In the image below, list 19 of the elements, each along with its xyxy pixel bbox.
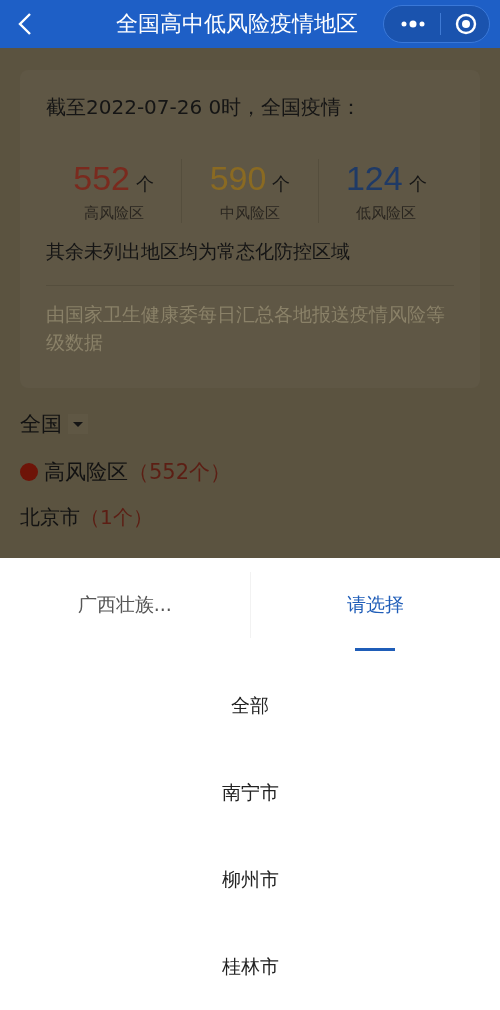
more-icon[interactable]	[400, 19, 426, 29]
stat-unit: 个	[272, 172, 291, 196]
note-text: 其余未列出地区均为常态化防控区域	[46, 239, 454, 286]
stat-value: 124	[345, 159, 403, 198]
option-item[interactable]: 全部	[231, 662, 269, 749]
city-name: 北京市	[20, 504, 80, 531]
page-title: 全国高中低风险疫情地区	[114, 10, 359, 38]
picker-tab[interactable]: 请选择	[250, 558, 500, 658]
stat-unit: 个	[136, 172, 155, 196]
option-item[interactable]: 桂林市	[221, 923, 279, 1010]
summary-heading: 截至2022-07-26 0时，全国疫情：	[46, 94, 363, 121]
close-icon[interactable]	[455, 13, 477, 35]
back-icon[interactable]	[18, 12, 32, 36]
region-label: 全国	[20, 411, 62, 438]
risk-label: 高风险区	[44, 459, 128, 486]
stat-unit: 个	[408, 172, 427, 196]
option-item[interactable]: 柳州市	[221, 836, 279, 923]
option-item[interactable]: 南宁市	[221, 749, 279, 836]
picker-tab[interactable]: 广西壮族...	[0, 572, 251, 638]
